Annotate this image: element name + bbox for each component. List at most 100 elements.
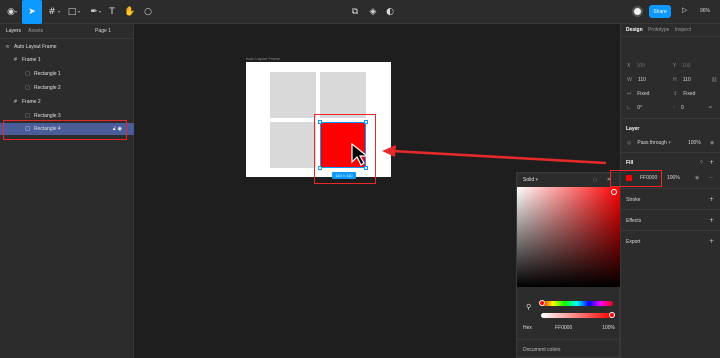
h-mode-select[interactable]: ↕ Fixed	[673, 91, 695, 97]
zoom-level[interactable]: 96%	[700, 8, 710, 14]
stroke-section-title: Stroke	[626, 197, 641, 203]
share-button[interactable]: Share	[649, 5, 671, 18]
layer-label: Rectangle 3	[34, 113, 61, 119]
h-field[interactable]: H 110	[673, 77, 691, 83]
layer-label: Frame 2	[22, 99, 41, 105]
component-icon[interactable]: ⧉	[347, 4, 363, 20]
rectangle-3[interactable]	[270, 122, 316, 168]
effects-section-title: Effects	[626, 218, 642, 224]
color-picker: Solid ▾ ◌ ✕ ⚲ Hex FF0000 100% Document c…	[516, 172, 621, 358]
opacity-knob[interactable]	[609, 312, 615, 318]
pointer-cursor-icon	[351, 142, 369, 166]
layer-rectangle-2[interactable]: □ Rectangle 2	[0, 82, 134, 94]
contrast-icon[interactable]: ◐	[382, 4, 398, 20]
opacity-input[interactable]: 100%	[602, 325, 615, 331]
hue-knob[interactable]	[539, 300, 545, 306]
layer-label: Frame 1	[22, 57, 41, 63]
radius-field[interactable]: ◜ 0	[673, 105, 684, 111]
y-value: 100	[682, 63, 691, 69]
toolbar: ◉ ▾ ➤ # ▾ □ ▾ ✒ ▾ T ✋ ○ ⧉ ◈ ◐ Share ▷ 96…	[0, 0, 720, 24]
add-fill-icon[interactable]: +	[709, 159, 714, 166]
move-tool-icon[interactable]: ➤	[22, 0, 42, 24]
hand-tool-icon[interactable]: ✋	[122, 4, 138, 20]
eye-icon[interactable]: ◉	[710, 140, 720, 146]
divider	[621, 36, 720, 37]
w-value: 110	[637, 77, 646, 83]
comment-tool-icon[interactable]: ○	[140, 4, 156, 20]
highlight-box	[610, 170, 662, 187]
frame-label[interactable]: Auto Layout Frame	[246, 56, 280, 61]
tab-design[interactable]: Design	[626, 27, 643, 33]
present-icon[interactable]: ▷	[682, 6, 687, 14]
styles-icon[interactable]: ⁘	[699, 159, 704, 166]
page-selector[interactable]: Page 1	[95, 28, 111, 34]
layer-auto-layout-frame[interactable]: ≡ Auto Layout Frame	[0, 41, 134, 53]
h-mode: Fixed	[683, 91, 696, 97]
fill-section-title: Fill	[626, 160, 634, 166]
rectangle-2[interactable]	[320, 72, 366, 118]
design-panel: Design Prototype Inspect X 100 Y 100 W 110 …	[620, 24, 720, 358]
rectangle-1[interactable]	[270, 72, 316, 118]
layer-rectangle-1[interactable]: □ Rectangle 1	[0, 68, 134, 80]
divider	[621, 209, 720, 210]
constrain-icon[interactable]: ⛓	[711, 77, 720, 83]
w-mode-select[interactable]: ↔ Fixed	[627, 91, 649, 97]
tab-layers[interactable]: Layers	[6, 28, 21, 34]
chevron-down-icon[interactable]: ▾	[99, 9, 101, 14]
chevron-down-icon[interactable]: ▾	[536, 177, 539, 183]
rectangle-icon: □	[25, 113, 30, 119]
h-value: 110	[682, 77, 691, 83]
layer-frame-2[interactable]: # Frame 2	[0, 96, 134, 108]
color-mode-select[interactable]: Hex	[523, 325, 532, 331]
divider	[621, 118, 720, 119]
chevron-down-icon[interactable]: ▾	[78, 9, 80, 14]
auto-layout-icon: ≡	[5, 44, 10, 50]
saturation-value-area[interactable]	[517, 187, 621, 287]
eye-icon[interactable]: ◉	[695, 175, 705, 181]
document-colors-select[interactable]: Document colors	[523, 347, 561, 353]
layer-frame-1[interactable]: # Frame 1	[0, 54, 134, 66]
chevron-down-icon[interactable]: ▾	[15, 9, 17, 14]
rotation-value: 0°	[637, 105, 642, 111]
x-field[interactable]: X 100	[627, 63, 645, 69]
tab-inspect[interactable]: Inspect	[675, 27, 691, 33]
y-field[interactable]: Y 100	[673, 63, 690, 69]
divider	[0, 38, 134, 39]
highlight-box	[3, 120, 127, 140]
library-icon[interactable]: ◌	[593, 177, 597, 183]
rectangle-icon: □	[25, 71, 30, 77]
blend-mode: Pass through	[637, 140, 667, 146]
divider	[621, 188, 720, 189]
blend-mode-select[interactable]: ◎ Pass through ▾	[627, 140, 677, 146]
tab-assets[interactable]: Assets	[28, 28, 43, 34]
w-mode: Fixed	[637, 91, 650, 97]
color-knob[interactable]	[611, 189, 617, 195]
opacity-slider[interactable]	[541, 312, 615, 318]
add-effect-icon[interactable]: +	[709, 217, 714, 224]
fill-type-select[interactable]: Solid	[523, 177, 534, 183]
divider	[621, 230, 720, 231]
hex-input[interactable]: FF0000	[555, 325, 572, 331]
layers-panel: Layers Assets Page 1 ≡ Auto Layout Frame…	[0, 24, 134, 358]
x-value: 100	[636, 63, 645, 69]
add-stroke-icon[interactable]: +	[709, 196, 714, 203]
avatar[interactable]	[632, 6, 643, 17]
fill-opacity[interactable]: 100%	[667, 175, 680, 181]
tab-prototype[interactable]: Prototype	[648, 27, 669, 33]
w-field[interactable]: W 110	[627, 77, 646, 83]
layer-opacity[interactable]: 100%	[688, 140, 701, 146]
frame-icon: #	[13, 57, 18, 63]
radius-value: 0	[680, 105, 684, 111]
text-tool-icon[interactable]: T	[104, 4, 120, 20]
divider	[621, 152, 720, 153]
add-export-icon[interactable]: +	[709, 238, 714, 245]
remove-fill-icon[interactable]: −	[709, 175, 719, 181]
mask-icon[interactable]: ◈	[365, 4, 381, 20]
eyedropper-icon[interactable]: ⚲	[526, 303, 531, 311]
hue-slider[interactable]	[539, 300, 613, 306]
export-section-title: Export	[626, 239, 641, 245]
rectangle-icon: □	[25, 85, 30, 91]
corner-radius-icon[interactable]: ⌗	[709, 105, 718, 111]
rotation-field[interactable]: ∟ 0°	[627, 105, 642, 111]
chevron-down-icon[interactable]: ▾	[58, 9, 60, 14]
